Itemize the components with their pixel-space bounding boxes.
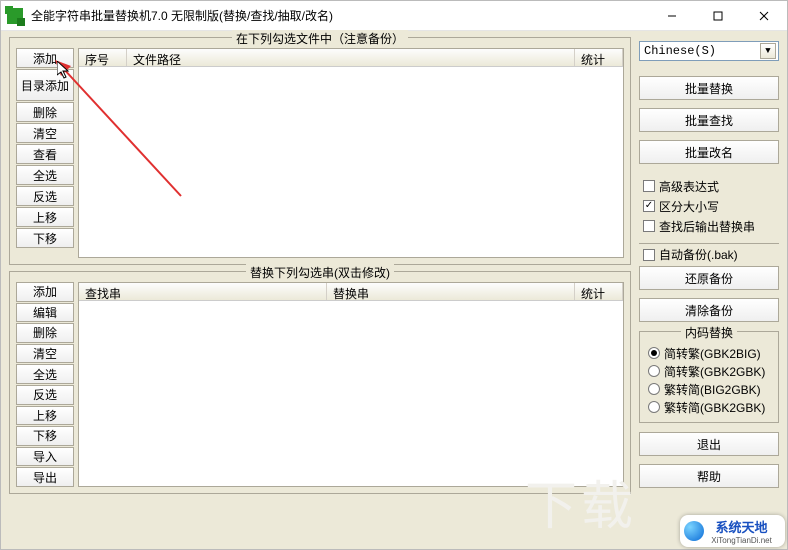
files-listview[interactable]: 序号 文件路径 统计 <box>78 48 624 258</box>
files-body[interactable] <box>79 67 623 257</box>
radio-checked-icon <box>648 347 660 359</box>
strings-import-button[interactable]: 导入 <box>16 447 74 467</box>
dropdown-arrow-icon: ▼ <box>760 43 776 59</box>
restore-backup-button[interactable]: 还原备份 <box>639 266 779 290</box>
strings-body[interactable] <box>79 301 623 486</box>
watermark-line1: 系统天地 <box>715 517 767 536</box>
watermark-badge: 系统天地 XiTongTianDi.net <box>680 515 785 547</box>
batch-find-button[interactable]: 批量查找 <box>639 108 779 132</box>
strings-col-find[interactable]: 查找串 <box>79 283 327 300</box>
encoding-group: 内码替换 简转繁(GBK2BIG) 简转繁(GBK2GBK) 繁转简(BIG2G… <box>639 331 779 423</box>
files-move-down-button[interactable]: 下移 <box>16 228 74 248</box>
files-add-button[interactable]: 添加 <box>16 48 74 68</box>
strings-col-stat[interactable]: 统计 <box>575 283 623 300</box>
adv-regex-checkbox[interactable]: 高级表达式 <box>639 177 779 195</box>
language-selected: Chinese(S) <box>644 44 716 58</box>
auto-backup-checkbox[interactable]: 自动备份(.bak) <box>639 243 779 261</box>
case-sensitive-checkbox[interactable]: ✓ 区分大小写 <box>639 197 779 215</box>
strings-select-all-button[interactable]: 全选 <box>16 364 74 384</box>
enc-s2b-gbk2gbk-radio[interactable]: 简转繁(GBK2GBK) <box>644 362 774 380</box>
checkbox-icon <box>643 249 655 261</box>
files-header: 序号 文件路径 统计 <box>79 49 623 67</box>
enc-s2b-gbk2big-radio[interactable]: 简转繁(GBK2BIG) <box>644 344 774 362</box>
strings-listview[interactable]: 查找串 替换串 统计 <box>78 282 624 487</box>
close-button[interactable] <box>741 1 787 30</box>
radio-icon <box>648 365 660 377</box>
watermark-globe-icon <box>684 521 704 541</box>
output-after-find-checkbox[interactable]: 查找后输出替换串 <box>639 217 779 235</box>
language-select[interactable]: Chinese(S) ▼ <box>639 41 779 61</box>
radio-icon <box>648 383 660 395</box>
maximize-button[interactable] <box>695 1 741 30</box>
checkbox-checked-icon: ✓ <box>643 200 655 212</box>
files-col-path[interactable]: 文件路径 <box>127 49 575 66</box>
strings-move-up-button[interactable]: 上移 <box>16 406 74 426</box>
files-clear-button[interactable]: 清空 <box>16 123 74 143</box>
strings-clear-button[interactable]: 清空 <box>16 344 74 364</box>
strings-delete-button[interactable]: 删除 <box>16 323 74 343</box>
strings-export-button[interactable]: 导出 <box>16 467 74 487</box>
clear-backup-button[interactable]: 清除备份 <box>639 298 779 322</box>
batch-replace-button[interactable]: 批量替换 <box>639 76 779 100</box>
checkbox-icon <box>643 220 655 232</box>
strings-header: 查找串 替换串 统计 <box>79 283 623 301</box>
title-bar: 全能字符串批量替换机7.0 无限制版(替换/查找/抽取/改名) <box>1 1 787 31</box>
files-move-up-button[interactable]: 上移 <box>16 207 74 227</box>
window-title: 全能字符串批量替换机7.0 无限制版(替换/查找/抽取/改名) <box>29 7 649 24</box>
files-group: 在下列勾选文件中（注意备份） 添加 目录添加 删除 清空 查看 全选 反选 上移… <box>9 37 631 265</box>
files-col-index[interactable]: 序号 <box>79 49 127 66</box>
checkbox-icon <box>643 180 655 192</box>
strings-move-down-button[interactable]: 下移 <box>16 426 74 446</box>
encoding-group-label: 内码替换 <box>681 324 737 341</box>
app-icon <box>7 8 23 24</box>
strings-add-button[interactable]: 添加 <box>16 282 74 302</box>
enc-b2s-gbk2gbk-radio[interactable]: 繁转简(GBK2GBK) <box>644 398 774 416</box>
strings-group: 替换下列勾选串(双击修改) 添加 编辑 删除 清空 全选 反选 上移 下移 导入… <box>9 271 631 494</box>
strings-group-label: 替换下列勾选串(双击修改) <box>246 264 394 281</box>
files-group-label: 在下列勾选文件中（注意备份） <box>232 30 408 47</box>
files-col-stat[interactable]: 统计 <box>575 49 623 66</box>
files-select-all-button[interactable]: 全选 <box>16 165 74 185</box>
batch-rename-button[interactable]: 批量改名 <box>639 140 779 164</box>
files-delete-button[interactable]: 删除 <box>16 102 74 122</box>
files-invert-button[interactable]: 反选 <box>16 186 74 206</box>
enc-b2s-big2gbk-radio[interactable]: 繁转简(BIG2GBK) <box>644 380 774 398</box>
minimize-button[interactable] <box>649 1 695 30</box>
help-button[interactable]: 帮助 <box>639 464 779 488</box>
strings-edit-button[interactable]: 编辑 <box>16 303 74 323</box>
exit-button[interactable]: 退出 <box>639 432 779 456</box>
files-view-button[interactable]: 查看 <box>16 144 74 164</box>
radio-icon <box>648 401 660 413</box>
strings-invert-button[interactable]: 反选 <box>16 385 74 405</box>
strings-col-replace[interactable]: 替换串 <box>327 283 575 300</box>
watermark-line2: XiTongTianDi.net <box>711 536 772 545</box>
files-add-dir-button[interactable]: 目录添加 <box>16 69 74 101</box>
